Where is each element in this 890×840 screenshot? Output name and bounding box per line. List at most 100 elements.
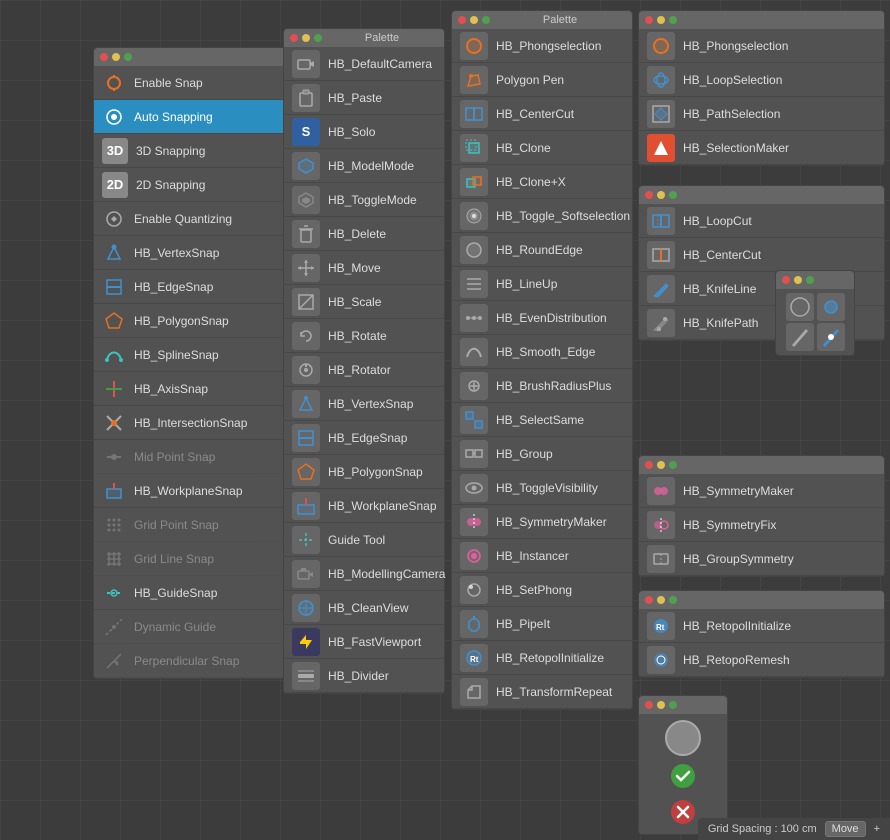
splinesnap-label: HB_SplineSnap [134, 348, 219, 362]
rr-retoporemesh[interactable]: HB_RetopoRemesh [639, 643, 884, 677]
sphere-icon[interactable] [665, 720, 701, 756]
p2-brushplus[interactable]: HB_BrushRadiusPlus [452, 369, 632, 403]
p1-workplanesnap2[interactable]: HB_WorkplaneSnap [284, 489, 444, 523]
close-dot[interactable] [100, 53, 108, 61]
p2-setphong[interactable]: HB_SetPhong [452, 573, 632, 607]
bip-close[interactable] [645, 701, 653, 709]
maximize-dot[interactable] [124, 53, 132, 61]
ke-min[interactable] [794, 276, 802, 284]
rs-symmaker[interactable]: HB_SymmetryMaker [639, 474, 884, 508]
enable-snap-icon [102, 71, 126, 95]
move-button[interactable]: Move [825, 821, 866, 837]
p1-min[interactable] [302, 34, 310, 42]
rm-min[interactable] [657, 191, 665, 199]
bip-min[interactable] [657, 701, 665, 709]
rs-max[interactable] [669, 461, 677, 469]
p2-lineup[interactable]: HB_LineUp [452, 267, 632, 301]
p1-cleanview[interactable]: HB_CleanView [284, 591, 444, 625]
p2-togglevis-icon [460, 474, 488, 502]
p2-min[interactable] [470, 16, 478, 24]
minimize-dot[interactable] [112, 53, 120, 61]
p2-centercut-icon [460, 100, 488, 128]
p1-modellingcamera[interactable]: HB_ModellingCamera [284, 557, 444, 591]
rt-max[interactable] [669, 16, 677, 24]
workplanesnap2-icon [292, 492, 320, 520]
p2-retopoinit[interactable]: Rt HB_RetopolInitialize [452, 641, 632, 675]
p1-edgesnap2[interactable]: HB_EdgeSnap [284, 421, 444, 455]
p2-transformrepeat[interactable]: HB_TransformRepeat [452, 675, 632, 709]
svg-text:Rt: Rt [656, 623, 665, 632]
rm-max[interactable] [669, 191, 677, 199]
p2-polygonpen[interactable]: Polygon Pen [452, 63, 632, 97]
rs-symfix[interactable]: HB_SymmetryFix [639, 508, 884, 542]
rr-close[interactable] [645, 596, 653, 604]
p2-sym[interactable]: HB_SymmetryMaker [452, 505, 632, 539]
grid-spacing-text: Grid Spacing : 100 cm [708, 823, 817, 835]
p1-rotator[interactable]: HB_Rotator [284, 353, 444, 387]
p2-max[interactable] [482, 16, 490, 24]
rotate-icon [292, 322, 320, 350]
rt-close[interactable] [645, 16, 653, 24]
p1-defaultcamera[interactable]: HB_DefaultCamera [284, 47, 444, 81]
p1-rotate[interactable]: HB_Rotate [284, 319, 444, 353]
rm-loopcut[interactable]: HB_LoopCut [639, 204, 884, 238]
p1-modelmode[interactable]: HB_ModelMode [284, 149, 444, 183]
rt-phong[interactable]: HB_Phongselection [639, 29, 884, 63]
ke-max[interactable] [806, 276, 814, 284]
rm-close[interactable] [645, 191, 653, 199]
midpoint-label: Mid Point Snap [134, 450, 215, 464]
p2-brushplus-icon [460, 372, 488, 400]
rt-pathsel-icon [647, 100, 675, 128]
edgesnap-label: HB_EdgeSnap [134, 280, 213, 294]
p2-group[interactable]: HB_Group [452, 437, 632, 471]
p1-solo[interactable]: S HB_Solo [284, 115, 444, 149]
rr-retopoinit[interactable]: Rt HB_RetopolInitialize [639, 609, 884, 643]
p1-max[interactable] [314, 34, 322, 42]
p1-delete[interactable]: HB_Delete [284, 217, 444, 251]
check-icon[interactable] [667, 760, 699, 792]
rs-close[interactable] [645, 461, 653, 469]
rt-min[interactable] [657, 16, 665, 24]
p2-clone[interactable]: HB_Clone [452, 131, 632, 165]
p2-evendist[interactable]: HB_EvenDistribution [452, 301, 632, 335]
p1-vertexsnap2[interactable]: HB_VertexSnap [284, 387, 444, 421]
rr-min[interactable] [657, 596, 665, 604]
rt-pathsel[interactable]: HB_PathSelection [639, 97, 884, 131]
rt-loopsel[interactable]: HB_LoopSelection [639, 63, 884, 97]
p1-guidetool[interactable]: Guide Tool [284, 523, 444, 557]
palette1-title: Palette [326, 32, 438, 44]
p2-selectsame[interactable]: HB_SelectSame [452, 403, 632, 437]
guidesnap-icon [102, 581, 126, 605]
p1-togglemode[interactable]: HB_ToggleMode [284, 183, 444, 217]
p2-togglevis[interactable]: HB_ToggleVisibility [452, 471, 632, 505]
gridpoint-label: Grid Point Snap [134, 518, 219, 532]
bip-max[interactable] [669, 701, 677, 709]
p2-softsel[interactable]: HB_Toggle_Softselection [452, 199, 632, 233]
rm-loopcut-label: HB_LoopCut [683, 214, 752, 228]
rt-selmaker[interactable]: HB_SelectionMaker [639, 131, 884, 165]
p2-instancer[interactable]: HB_Instancer [452, 539, 632, 573]
p1-paste[interactable]: HB_Paste [284, 81, 444, 115]
p2-close[interactable] [458, 16, 466, 24]
rs-grpsym[interactable]: HB_GroupSymmetry [639, 542, 884, 576]
p1-polygonsnap2[interactable]: HB_PolygonSnap [284, 455, 444, 489]
p2-smoothedge[interactable]: HB_Smooth_Edge [452, 335, 632, 369]
p1-fastviewport[interactable]: HB_FastViewport [284, 625, 444, 659]
p2-clonex[interactable]: HB_Clone+X [452, 165, 632, 199]
p2-roundedge[interactable]: HB_RoundEdge [452, 233, 632, 267]
p1-scale[interactable]: HB_Scale [284, 285, 444, 319]
rm-centercut[interactable]: HB_CenterCut [639, 238, 884, 272]
p2-group-label: HB_Group [496, 447, 553, 461]
p2-phong[interactable]: HB_Phongselection [452, 29, 632, 63]
p1-close[interactable] [290, 34, 298, 42]
p1-divider[interactable]: HB_Divider [284, 659, 444, 693]
rotator-label: HB_Rotator [328, 363, 391, 377]
p1-move[interactable]: HB_Move [284, 251, 444, 285]
ke-close[interactable] [782, 276, 790, 284]
p2-centercut[interactable]: HB_CenterCut [452, 97, 632, 131]
cancel-icon[interactable] [667, 796, 699, 828]
rs-min[interactable] [657, 461, 665, 469]
p2-pipeit[interactable]: HB_PipeIt [452, 607, 632, 641]
rr-max[interactable] [669, 596, 677, 604]
p2-instancer-icon [460, 542, 488, 570]
